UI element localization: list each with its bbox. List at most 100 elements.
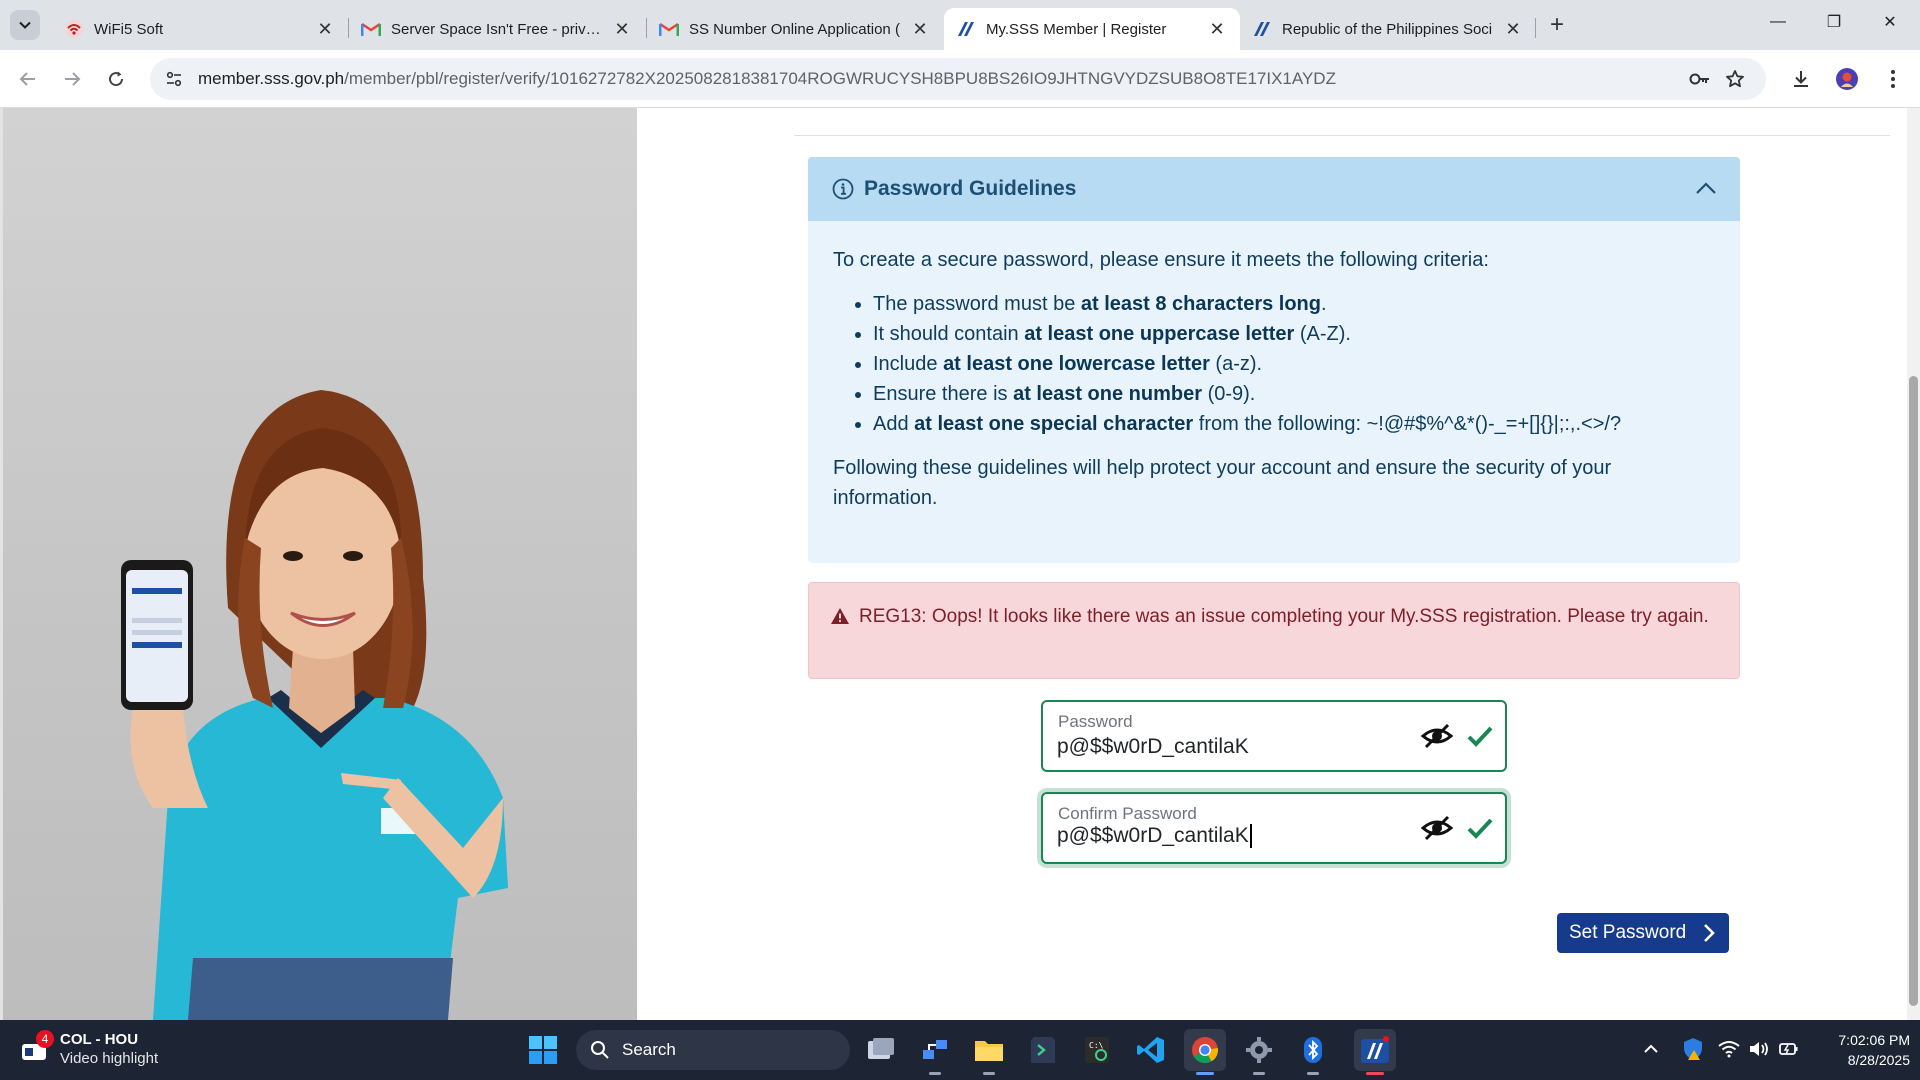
password-input[interactable]	[1057, 732, 1417, 762]
guidelines-header[interactable]: Password Guidelines	[808, 157, 1740, 221]
tab-separator	[1535, 18, 1536, 38]
url-domain: member.sss.gov.ph	[198, 69, 345, 88]
terminal-app-icon	[1031, 1037, 1055, 1063]
confirm-password-field[interactable]: Confirm Password p@$$w0rD_cantilaK	[1041, 792, 1507, 864]
tab-wifi5-soft[interactable]: WiFi5 Soft ✕	[52, 8, 348, 50]
criterion-text: Include	[873, 353, 944, 375]
valid-check-icon	[1467, 726, 1493, 747]
chevron-up-icon	[1644, 1044, 1658, 1053]
task-view-button[interactable]	[860, 1029, 902, 1071]
tab-search-button[interactable]	[10, 10, 40, 40]
sss-favicon-icon	[1252, 19, 1272, 39]
eye-slash-icon[interactable]	[1421, 814, 1453, 842]
clock-time: 7:02:06 PM	[1838, 1032, 1910, 1048]
confirm-password-input[interactable]: p@$$w0rD_cantilaK	[1057, 824, 1417, 854]
taskbar-search-box[interactable]: Search	[576, 1030, 850, 1070]
folder-icon	[975, 1041, 1003, 1061]
address-bar[interactable]: member.sss.gov.ph/member/pbl/register/ve…	[150, 58, 1766, 100]
tab-title: My.SSS Member | Register	[986, 20, 1167, 38]
bluetooth-icon	[1304, 1037, 1322, 1063]
running-indicator	[1253, 1072, 1265, 1075]
password-label: Password	[1058, 712, 1133, 731]
task-view-icon	[868, 1038, 894, 1059]
tab-mysss-register[interactable]: My.SSS Member | Register ✕	[944, 8, 1240, 50]
bluetooth-app-button[interactable]	[1292, 1029, 1334, 1075]
network-app-button[interactable]	[914, 1029, 956, 1075]
bookmark-star-icon[interactable]	[1720, 64, 1750, 94]
vscode-button[interactable]	[1130, 1029, 1172, 1071]
close-tab-icon[interactable]: ✕	[314, 18, 336, 40]
search-label: Search	[622, 1040, 676, 1059]
password-key-icon[interactable]	[1685, 64, 1715, 94]
news-subtitle: Video highlight	[60, 1050, 159, 1067]
close-tab-icon[interactable]: ✕	[611, 18, 633, 40]
list-item: Add at least one special character from …	[873, 409, 1715, 439]
close-tab-icon[interactable]: ✕	[1502, 18, 1524, 40]
site-info-icon[interactable]	[154, 59, 194, 99]
terminal-app-button[interactable]	[1022, 1029, 1064, 1071]
chrome-button[interactable]	[1184, 1029, 1226, 1075]
criterion-emphasis: at least one number	[1013, 383, 1203, 405]
password-guidelines-panel: Password Guidelines To create a secure p…	[808, 157, 1740, 563]
close-tab-icon[interactable]: ✕	[909, 18, 931, 40]
system-clock[interactable]: 7:02:06 PM 8/28/2025	[1810, 1030, 1910, 1070]
minimize-button[interactable]: —	[1750, 0, 1806, 44]
running-indicator	[1366, 1072, 1384, 1075]
settings-button[interactable]	[1238, 1029, 1280, 1075]
file-explorer-button[interactable]	[968, 1029, 1010, 1075]
volume-icon[interactable]	[1746, 1036, 1772, 1062]
close-tab-icon[interactable]: ✕	[1206, 18, 1228, 40]
criterion-emphasis: at least one special character	[914, 413, 1194, 435]
criterion-text: The password must be	[873, 293, 1081, 315]
forward-button[interactable]	[56, 63, 88, 95]
tab-gmail-server-space[interactable]: Server Space Isn't Free - private ✕	[349, 8, 645, 50]
registration-error-alert: REG13: Oops! It looks like there was an …	[808, 582, 1740, 679]
criterion-text: (A-Z).	[1294, 323, 1351, 345]
criterion-text: from the following: ~!@#$%^&*()-_=+[]{}|…	[1193, 413, 1622, 435]
chrome-icon	[1192, 1037, 1219, 1064]
start-button[interactable]	[522, 1029, 564, 1071]
sss-favicon-icon	[956, 19, 976, 39]
eye-slash-icon[interactable]	[1421, 722, 1453, 750]
news-widget[interactable]: 4 COL - HOU Video highlight	[20, 1030, 158, 1068]
profile-avatar-icon[interactable]	[1832, 64, 1862, 94]
running-indicator	[983, 1072, 995, 1075]
warning-triangle-icon	[831, 608, 849, 624]
notification-badge: 4	[36, 1030, 54, 1048]
scrollbar-thumb[interactable]	[1909, 376, 1918, 1006]
criterion-emphasis: at least 8 characters long	[1080, 293, 1321, 315]
wifi-icon[interactable]	[1716, 1036, 1742, 1062]
guidelines-body: To create a secure password, please ensu…	[808, 221, 1740, 513]
calculator-app-icon: C:\	[1085, 1037, 1109, 1063]
security-tray-icon[interactable]	[1680, 1036, 1706, 1062]
criterion-emphasis: at least one lowercase letter	[943, 353, 1210, 375]
list-item: Ensure there is at least one number (0-9…	[873, 379, 1715, 409]
restore-button[interactable]: ❐	[1806, 0, 1862, 44]
tab-republic-philippines[interactable]: Republic of the Philippines Soci ✕	[1240, 8, 1536, 50]
list-item: The password must be at least 8 characte…	[873, 289, 1715, 319]
close-window-button[interactable]: ✕	[1862, 0, 1918, 44]
confirm-password-value: p@$$w0rD_cantilaK	[1057, 824, 1249, 847]
tab-gmail-ss-number[interactable]: SS Number Online Application ( ✕	[647, 8, 943, 50]
browser-menu-icon[interactable]	[1878, 64, 1908, 94]
reload-button[interactable]	[100, 63, 132, 95]
network-app-icon	[923, 1040, 947, 1059]
battery-icon[interactable]	[1776, 1036, 1802, 1062]
tab-strip: WiFi5 Soft ✕ Server Space Isn't Free - p…	[0, 0, 1920, 50]
show-hidden-icons-button[interactable]	[1638, 1036, 1664, 1062]
new-tab-button[interactable]: +	[1543, 12, 1571, 40]
calculator-app-button[interactable]: C:\	[1076, 1029, 1118, 1071]
criterion-text: .	[1320, 293, 1327, 315]
password-field[interactable]: Password	[1041, 700, 1507, 772]
downloads-icon[interactable]	[1786, 64, 1816, 94]
page-scrollbar[interactable]	[1907, 108, 1920, 1020]
chevron-up-icon[interactable]	[1694, 177, 1718, 201]
registration-form-pane: Password Guidelines To create a secure p…	[637, 108, 1907, 1020]
valid-check-icon	[1467, 818, 1493, 839]
svg-text:C:\: C:\	[1089, 1041, 1104, 1050]
sss-app-button[interactable]	[1354, 1029, 1396, 1075]
running-indicator	[1196, 1072, 1214, 1075]
set-password-button[interactable]: Set Password	[1557, 913, 1729, 953]
back-button[interactable]	[12, 63, 44, 95]
gmail-favicon-icon	[361, 19, 381, 39]
